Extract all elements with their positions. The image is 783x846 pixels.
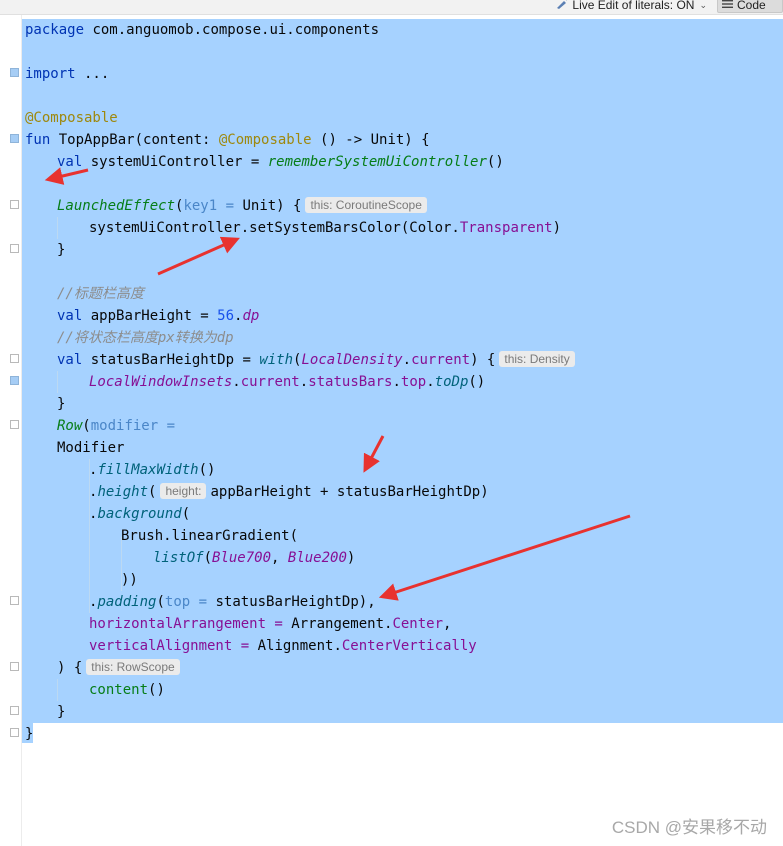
code-line-20: Modifier bbox=[57, 440, 125, 456]
code-line-21: .fillMaxWidth() bbox=[89, 462, 216, 478]
editor-gutter bbox=[0, 15, 22, 846]
inlay-hint-density: this: Density bbox=[499, 351, 575, 367]
code-line-13: //标题栏高度 bbox=[57, 286, 144, 302]
fold-block-icon[interactable] bbox=[10, 376, 19, 385]
live-edit-label: Live Edit of literals: ON bbox=[572, 0, 695, 12]
code-line-7: val systemUiController = rememberSystemU… bbox=[57, 154, 504, 170]
code-view-button[interactable]: Code bbox=[717, 0, 783, 13]
code-line-14: val appBarHeight = 56.dp bbox=[57, 308, 260, 324]
fold-end-icon[interactable] bbox=[10, 244, 19, 253]
code-line-25: listOf(Blue700, Blue200) bbox=[153, 550, 356, 566]
code-line-18: } bbox=[57, 396, 66, 412]
code-line-19: Row(modifier = bbox=[57, 418, 176, 434]
code-line-26: )) bbox=[121, 572, 138, 588]
code-line-22: .height(height: appBarHeight + statusBarH… bbox=[89, 483, 489, 500]
fold-row-body-icon[interactable] bbox=[10, 662, 19, 671]
code-line-9: LaunchedEffect(key1 = Unit) {this: Corou… bbox=[57, 195, 431, 217]
fold-end-icon[interactable] bbox=[10, 706, 19, 715]
code-line-16: val statusBarHeightDp = with(LocalDensit… bbox=[57, 349, 579, 371]
fold-with-icon[interactable] bbox=[10, 354, 19, 363]
pencil-wand-icon bbox=[556, 0, 569, 13]
csdn-watermark: CSDN @安果移不动 bbox=[611, 818, 767, 837]
fold-row-icon[interactable] bbox=[10, 420, 19, 429]
code-line-33: } bbox=[25, 726, 34, 742]
code-line-23: .background( bbox=[89, 506, 191, 522]
lines-icon bbox=[722, 0, 733, 12]
code-line-10: systemUiController.setSystemBarsColor(Co… bbox=[89, 220, 562, 236]
code-line-30: ) {this: RowScope bbox=[57, 657, 184, 679]
fold-function-end-icon[interactable] bbox=[10, 728, 19, 737]
fold-launched-effect-icon[interactable] bbox=[10, 200, 19, 209]
code-line-27: .padding(top = statusBarHeightDp), bbox=[89, 594, 376, 610]
code-line-24: Brush.linearGradient( bbox=[121, 528, 299, 544]
inlay-hint-height: height: bbox=[160, 483, 207, 499]
code-line-6: fun TopAppBar(content: @Composable () ->… bbox=[25, 132, 430, 148]
code-line-3: import ... bbox=[25, 66, 110, 82]
fold-function-icon[interactable] bbox=[10, 134, 19, 143]
code-line-29: verticalAlignment = Alignment.CenterVert… bbox=[89, 638, 477, 654]
live-edit-toggle[interactable]: Live Edit of literals: ON ⌄ bbox=[556, 0, 707, 13]
code-line-31: content() bbox=[89, 682, 165, 698]
code-line-5: @Composable bbox=[25, 110, 118, 126]
code-line-15: //将状态栏高度px转换为dp bbox=[57, 330, 234, 346]
chevron-down-icon: ⌄ bbox=[699, 0, 707, 10]
code-line-32: } bbox=[57, 704, 66, 720]
code-line-11: } bbox=[57, 242, 66, 258]
code-line-1: package com.anguomob.compose.ui.componen… bbox=[25, 22, 380, 38]
code-line-17: LocalWindowInsets.current.statusBars.top… bbox=[89, 374, 486, 390]
inlay-hint-row-scope: this: RowScope bbox=[86, 659, 180, 675]
code-line-28: horizontalArrangement = Arrangement.Cent… bbox=[89, 616, 452, 632]
editor-toolbar: Live Edit of literals: ON ⌄ Code bbox=[0, 0, 783, 15]
code-view-label: Code bbox=[737, 0, 766, 12]
inlay-hint-coroutine-scope: this: CoroutineScope bbox=[305, 197, 427, 213]
fold-end-icon[interactable] bbox=[10, 596, 19, 605]
fold-import-icon[interactable] bbox=[10, 68, 19, 77]
